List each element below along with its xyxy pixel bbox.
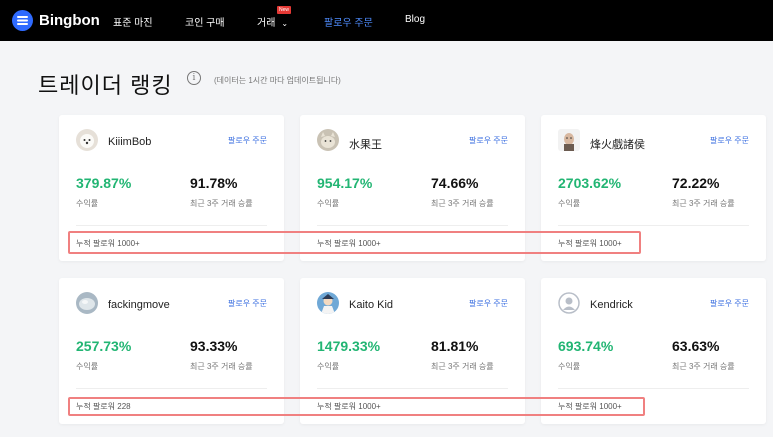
trader-name: KiiimBob <box>108 136 152 148</box>
roi-value: 379.87% <box>76 175 132 191</box>
win-rate-value: 72.22% <box>672 175 720 191</box>
win-rate-label: 최근 3주 거래 승률 <box>190 362 253 371</box>
roi-label: 수익률 <box>558 362 581 371</box>
info-icon[interactable]: i <box>187 71 201 85</box>
divider <box>76 225 267 226</box>
avatar <box>317 129 339 151</box>
win-rate-label: 최근 3주 거래 승률 <box>672 199 735 208</box>
win-rate-label: 최근 3주 거래 승률 <box>431 362 494 371</box>
chevron-down-icon: ⌄ <box>281 19 289 28</box>
follow-button[interactable]: 팔로우 주문 <box>710 135 749 146</box>
nav-blog[interactable]: Blog <box>405 14 425 25</box>
roi-label: 수익률 <box>558 199 581 208</box>
follow-button[interactable]: 팔로우 주문 <box>228 298 267 309</box>
roi-value: 2703.62% <box>558 175 622 191</box>
roi-label: 수익률 <box>76 199 99 208</box>
roi-value: 1479.33% <box>317 338 381 354</box>
nav-trade[interactable]: 거래 ⌄ <box>257 14 288 29</box>
avatar <box>76 292 98 314</box>
divider <box>76 388 267 389</box>
brand-name: Bingbon <box>39 12 100 29</box>
nav-trade-label: 거래 <box>257 18 276 29</box>
win-rate-value: 74.66% <box>431 175 479 191</box>
new-badge: New <box>277 6 292 14</box>
avatar <box>317 292 339 314</box>
trader-name: fackingmove <box>108 299 170 311</box>
follow-button[interactable]: 팔로우 주문 <box>710 298 749 309</box>
brand-logo[interactable]: Bingbon <box>12 10 100 31</box>
win-rate-value: 63.63% <box>672 338 720 354</box>
top-nav: Bingbon 표준 마진 코인 구매 거래 ⌄ New 팔로우 주문 Blog <box>0 0 773 41</box>
trader-name: 水果王 <box>349 139 382 151</box>
win-rate-label: 최근 3주 거래 승률 <box>190 199 253 208</box>
win-rate-value: 93.33% <box>190 338 238 354</box>
divider <box>317 225 508 226</box>
divider <box>317 388 508 389</box>
roi-value: 954.17% <box>317 175 373 191</box>
roi-label: 수익률 <box>317 199 340 208</box>
divider <box>558 225 749 226</box>
trader-name: Kaito Kid <box>349 299 394 311</box>
page-title: 트레이더 랭킹 <box>38 73 173 98</box>
roi-label: 수익률 <box>317 362 340 371</box>
highlight-box-top <box>68 231 641 254</box>
bingbon-logo-icon <box>12 10 33 31</box>
avatar <box>558 129 580 151</box>
divider <box>558 388 749 389</box>
roi-value: 693.74% <box>558 338 614 354</box>
win-rate-value: 91.78% <box>190 175 238 191</box>
roi-label: 수익률 <box>76 362 99 371</box>
nav-copy-trading[interactable]: 팔로우 주문 <box>324 14 373 29</box>
win-rate-value: 81.81% <box>431 338 479 354</box>
nav-standard-margin[interactable]: 표준 마진 <box>113 14 153 29</box>
update-note: (데이터는 1시간 마다 업데이트됩니다) <box>214 76 341 85</box>
trader-name: Kendrick <box>590 299 633 311</box>
roi-value: 257.73% <box>76 338 132 354</box>
highlight-box-bottom <box>68 397 645 416</box>
win-rate-label: 최근 3주 거래 승률 <box>431 199 494 208</box>
follow-button[interactable]: 팔로우 주문 <box>228 135 267 146</box>
avatar <box>76 129 98 151</box>
trader-name: 烽火戲諸侯 <box>590 139 645 151</box>
follow-button[interactable]: 팔로우 주문 <box>469 135 508 146</box>
default-user-icon <box>558 292 580 314</box>
follow-button[interactable]: 팔로우 주문 <box>469 298 508 309</box>
win-rate-label: 최근 3주 거래 승률 <box>672 362 735 371</box>
nav-buy-coin[interactable]: 코인 구매 <box>185 14 225 29</box>
